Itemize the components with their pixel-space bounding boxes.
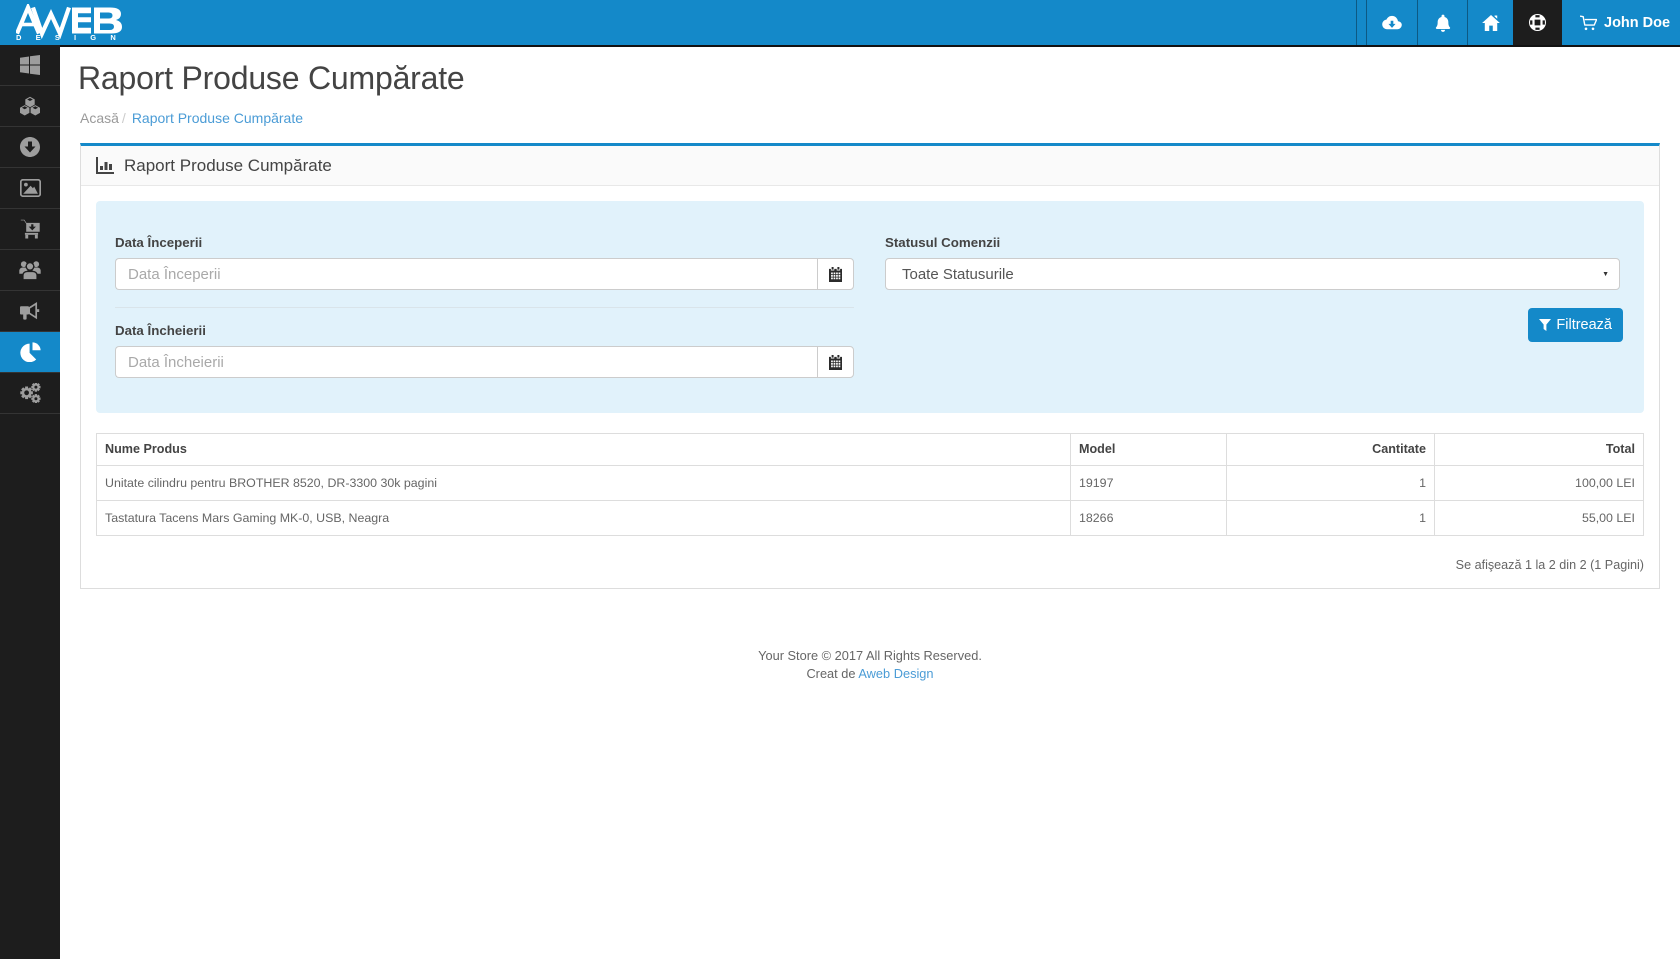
svg-text:DESIGN: DESIGN: [16, 33, 128, 42]
